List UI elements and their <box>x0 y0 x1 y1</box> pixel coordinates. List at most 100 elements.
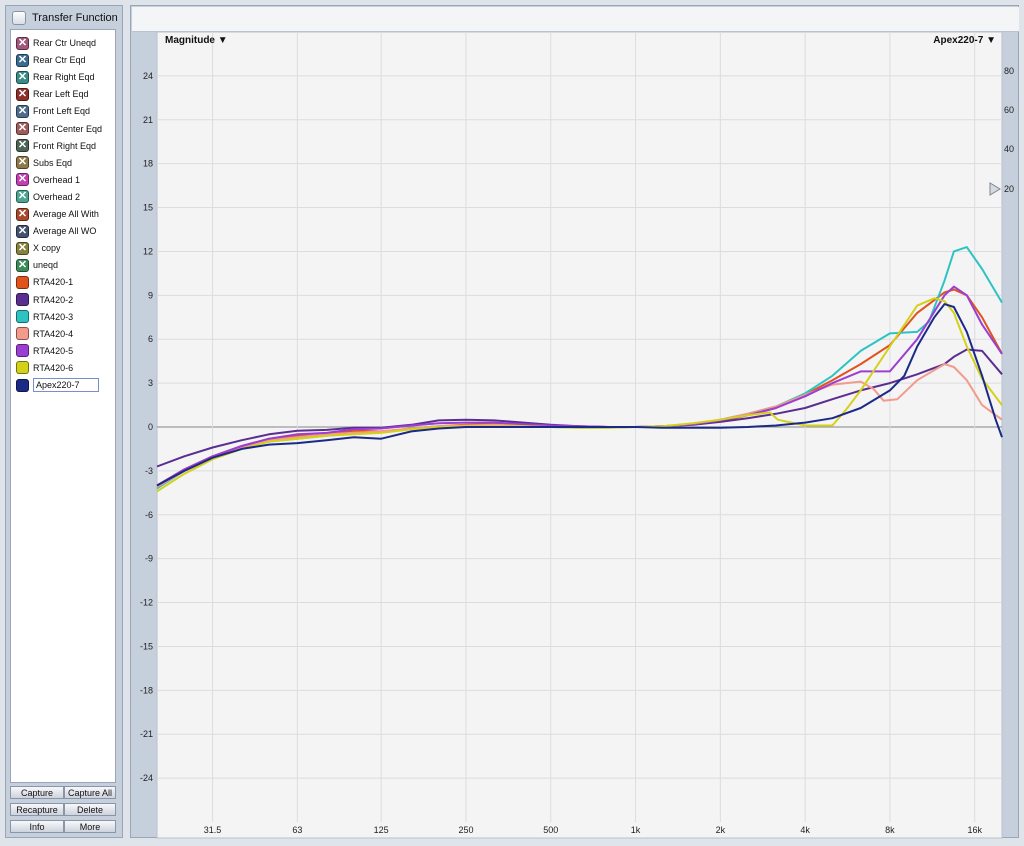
trace-hidden-x-icon[interactable]: ✕ <box>16 104 29 118</box>
y-tick-label: 15 <box>143 203 153 213</box>
capture-button[interactable]: Capture <box>10 786 64 799</box>
y-tick-label: 3 <box>148 378 153 388</box>
trace-item[interactable]: RTA420-1 <box>16 274 112 290</box>
trace-color-swatch[interactable] <box>16 344 29 358</box>
transfer-function-checkbox[interactable] <box>12 11 26 25</box>
transfer-function-chart[interactable]: -24 -21 -18 -15 -12 -9 -6 -3 0 3 6 9 12 15 18 21 24 31.5… <box>131 6 1020 839</box>
trace-label: RTA420-5 <box>33 345 74 356</box>
y-tick-label: 21 <box>143 115 153 125</box>
right-axis-ticks: 80 60 40 20 <box>1004 66 1014 194</box>
y-tick-label: -15 <box>140 641 153 651</box>
trace-item[interactable]: RTA420-4 <box>16 326 112 342</box>
delete-button[interactable]: Delete <box>64 803 116 816</box>
x-tick-label: 63 <box>292 825 302 835</box>
plot-area <box>156 31 1003 839</box>
magnitude-selector[interactable]: Magnitude ▼ <box>165 35 228 46</box>
trace-item[interactable]: ✕ Rear Ctr Eqd <box>16 52 112 68</box>
capture-all-button[interactable]: Capture All <box>64 786 116 799</box>
trace-item[interactable]: RTA420-6 <box>16 360 112 376</box>
trace-item[interactable]: RTA420-2 <box>16 292 112 308</box>
recapture-button[interactable]: Recapture <box>10 803 64 816</box>
trace-label: Front Right Eqd <box>33 140 97 151</box>
trace-hidden-x-icon[interactable]: ✕ <box>16 36 29 50</box>
transfer-function-sidebar: Transfer Function ✕ Rear Ctr Uneqd ✕ Rear C… <box>5 5 123 838</box>
trace-hidden-x-icon[interactable]: ✕ <box>16 87 29 101</box>
y-tick-label: 0 <box>148 422 153 432</box>
right-axis-label: 60 <box>1004 105 1014 115</box>
trace-label: Rear Right Eqd <box>33 72 95 83</box>
sidebar-header: Transfer Function <box>8 8 120 28</box>
trace-color-swatch[interactable] <box>16 378 29 392</box>
trace-label: Front Center Eqd <box>33 123 103 134</box>
trace-hidden-x-icon[interactable]: ✕ <box>16 122 29 135</box>
x-tick-label: 1k <box>631 825 641 835</box>
trace-label: RTA420-2 <box>33 294 74 305</box>
x-tick-label: 250 <box>458 825 473 835</box>
trace-item[interactable]: ✕ uneqd <box>16 257 112 273</box>
trace-label: RTA420-1 <box>33 277 74 288</box>
trace-item[interactable]: ✕ Average All With <box>16 206 112 222</box>
trace-item[interactable]: ✕ Overhead 1 <box>16 172 112 188</box>
y-tick-label: 18 <box>143 159 153 169</box>
y-tick-label: 12 <box>143 246 153 256</box>
right-axis-label: 80 <box>1004 66 1014 76</box>
trace-hidden-x-icon[interactable]: ✕ <box>16 53 29 67</box>
trace-color-swatch[interactable] <box>16 327 29 341</box>
trace-item[interactable]: ✕ Average All WO <box>16 223 112 239</box>
y-tick-label: 6 <box>148 334 153 344</box>
trace-hidden-x-icon[interactable]: ✕ <box>16 258 29 272</box>
right-axis-label: 20 <box>1004 184 1014 194</box>
trace-item[interactable]: ✕ Overhead 2 <box>16 189 112 205</box>
trace-item[interactable]: Apex220-7 <box>16 377 112 393</box>
trace-color-swatch[interactable] <box>16 293 29 306</box>
trace-item[interactable]: ✕ Subs Eqd <box>16 155 112 171</box>
trace-label: Subs Eqd <box>33 157 73 168</box>
x-tick-label: 8k <box>885 825 895 835</box>
trace-item[interactable]: ✕ Front Right Eqd <box>16 138 112 154</box>
trace-item[interactable]: ✕ X copy <box>16 240 112 256</box>
trace-selector[interactable]: Apex220-7 ▼ <box>933 35 996 46</box>
trace-item[interactable]: ✕ Front Left Eqd <box>16 103 112 119</box>
trace-hidden-x-icon[interactable]: ✕ <box>16 173 29 187</box>
right-axis-label: 40 <box>1004 144 1014 154</box>
trace-item[interactable]: ✕ Front Center Eqd <box>16 121 112 137</box>
trace-label: Average All With <box>33 209 99 219</box>
trace-color-swatch[interactable] <box>16 310 29 324</box>
trace-color-swatch[interactable] <box>16 361 29 375</box>
trace-list: ✕ Rear Ctr Uneqd ✕ Rear Ctr Eqd ✕ Rear Right … <box>10 29 116 783</box>
trace-label: uneqd <box>33 260 59 271</box>
trace-item[interactable]: ✕ Rear Ctr Uneqd <box>16 35 112 51</box>
trace-label: X copy <box>33 243 61 254</box>
trace-label: Overhead 1 <box>33 174 81 185</box>
x-tick-label: 16k <box>967 825 982 835</box>
trace-label: RTA420-6 <box>33 362 74 373</box>
y-axis-ticks: -24 -21 -18 -15 -12 -9 -6 -3 0 3 6 9 12 15 18 21 24 <box>140 71 153 783</box>
x-tick-label: 2k <box>716 825 726 835</box>
trace-item[interactable]: ✕ Rear Left Eqd <box>16 86 112 102</box>
trace-item[interactable]: ✕ Rear Right Eqd <box>16 69 112 85</box>
trace-item[interactable]: RTA420-3 <box>16 309 112 325</box>
trace-color-swatch[interactable] <box>16 275 29 289</box>
trace-hidden-x-icon[interactable]: ✕ <box>16 70 29 84</box>
y-tick-label: 9 <box>148 290 153 300</box>
trace-item[interactable]: RTA420-5 <box>16 343 112 359</box>
info-button[interactable]: Info <box>10 820 64 833</box>
trace-hidden-x-icon[interactable]: ✕ <box>16 224 29 238</box>
trace-hidden-x-icon[interactable]: ✕ <box>16 207 29 221</box>
trace-label: Rear Left Eqd <box>33 89 89 100</box>
y-tick-label: -21 <box>140 729 153 739</box>
y-tick-label: -3 <box>145 466 153 476</box>
y-tick-label: 24 <box>143 71 153 81</box>
trace-label: Apex220-7 <box>33 378 99 392</box>
trace-hidden-x-icon[interactable]: ✕ <box>16 156 29 170</box>
more-button[interactable]: More <box>64 820 116 833</box>
y-tick-label: -18 <box>140 685 153 695</box>
trace-hidden-x-icon[interactable]: ✕ <box>16 139 29 153</box>
trace-label: Average All WO <box>33 226 97 237</box>
x-tick-label: 500 <box>543 825 558 835</box>
trace-label: Front Left Eqd <box>33 106 91 117</box>
trace-hidden-x-icon[interactable]: ✕ <box>16 190 29 204</box>
x-tick-label: 31.5 <box>204 825 222 835</box>
trace-hidden-x-icon[interactable]: ✕ <box>16 241 29 255</box>
y-tick-label: -6 <box>145 510 153 520</box>
